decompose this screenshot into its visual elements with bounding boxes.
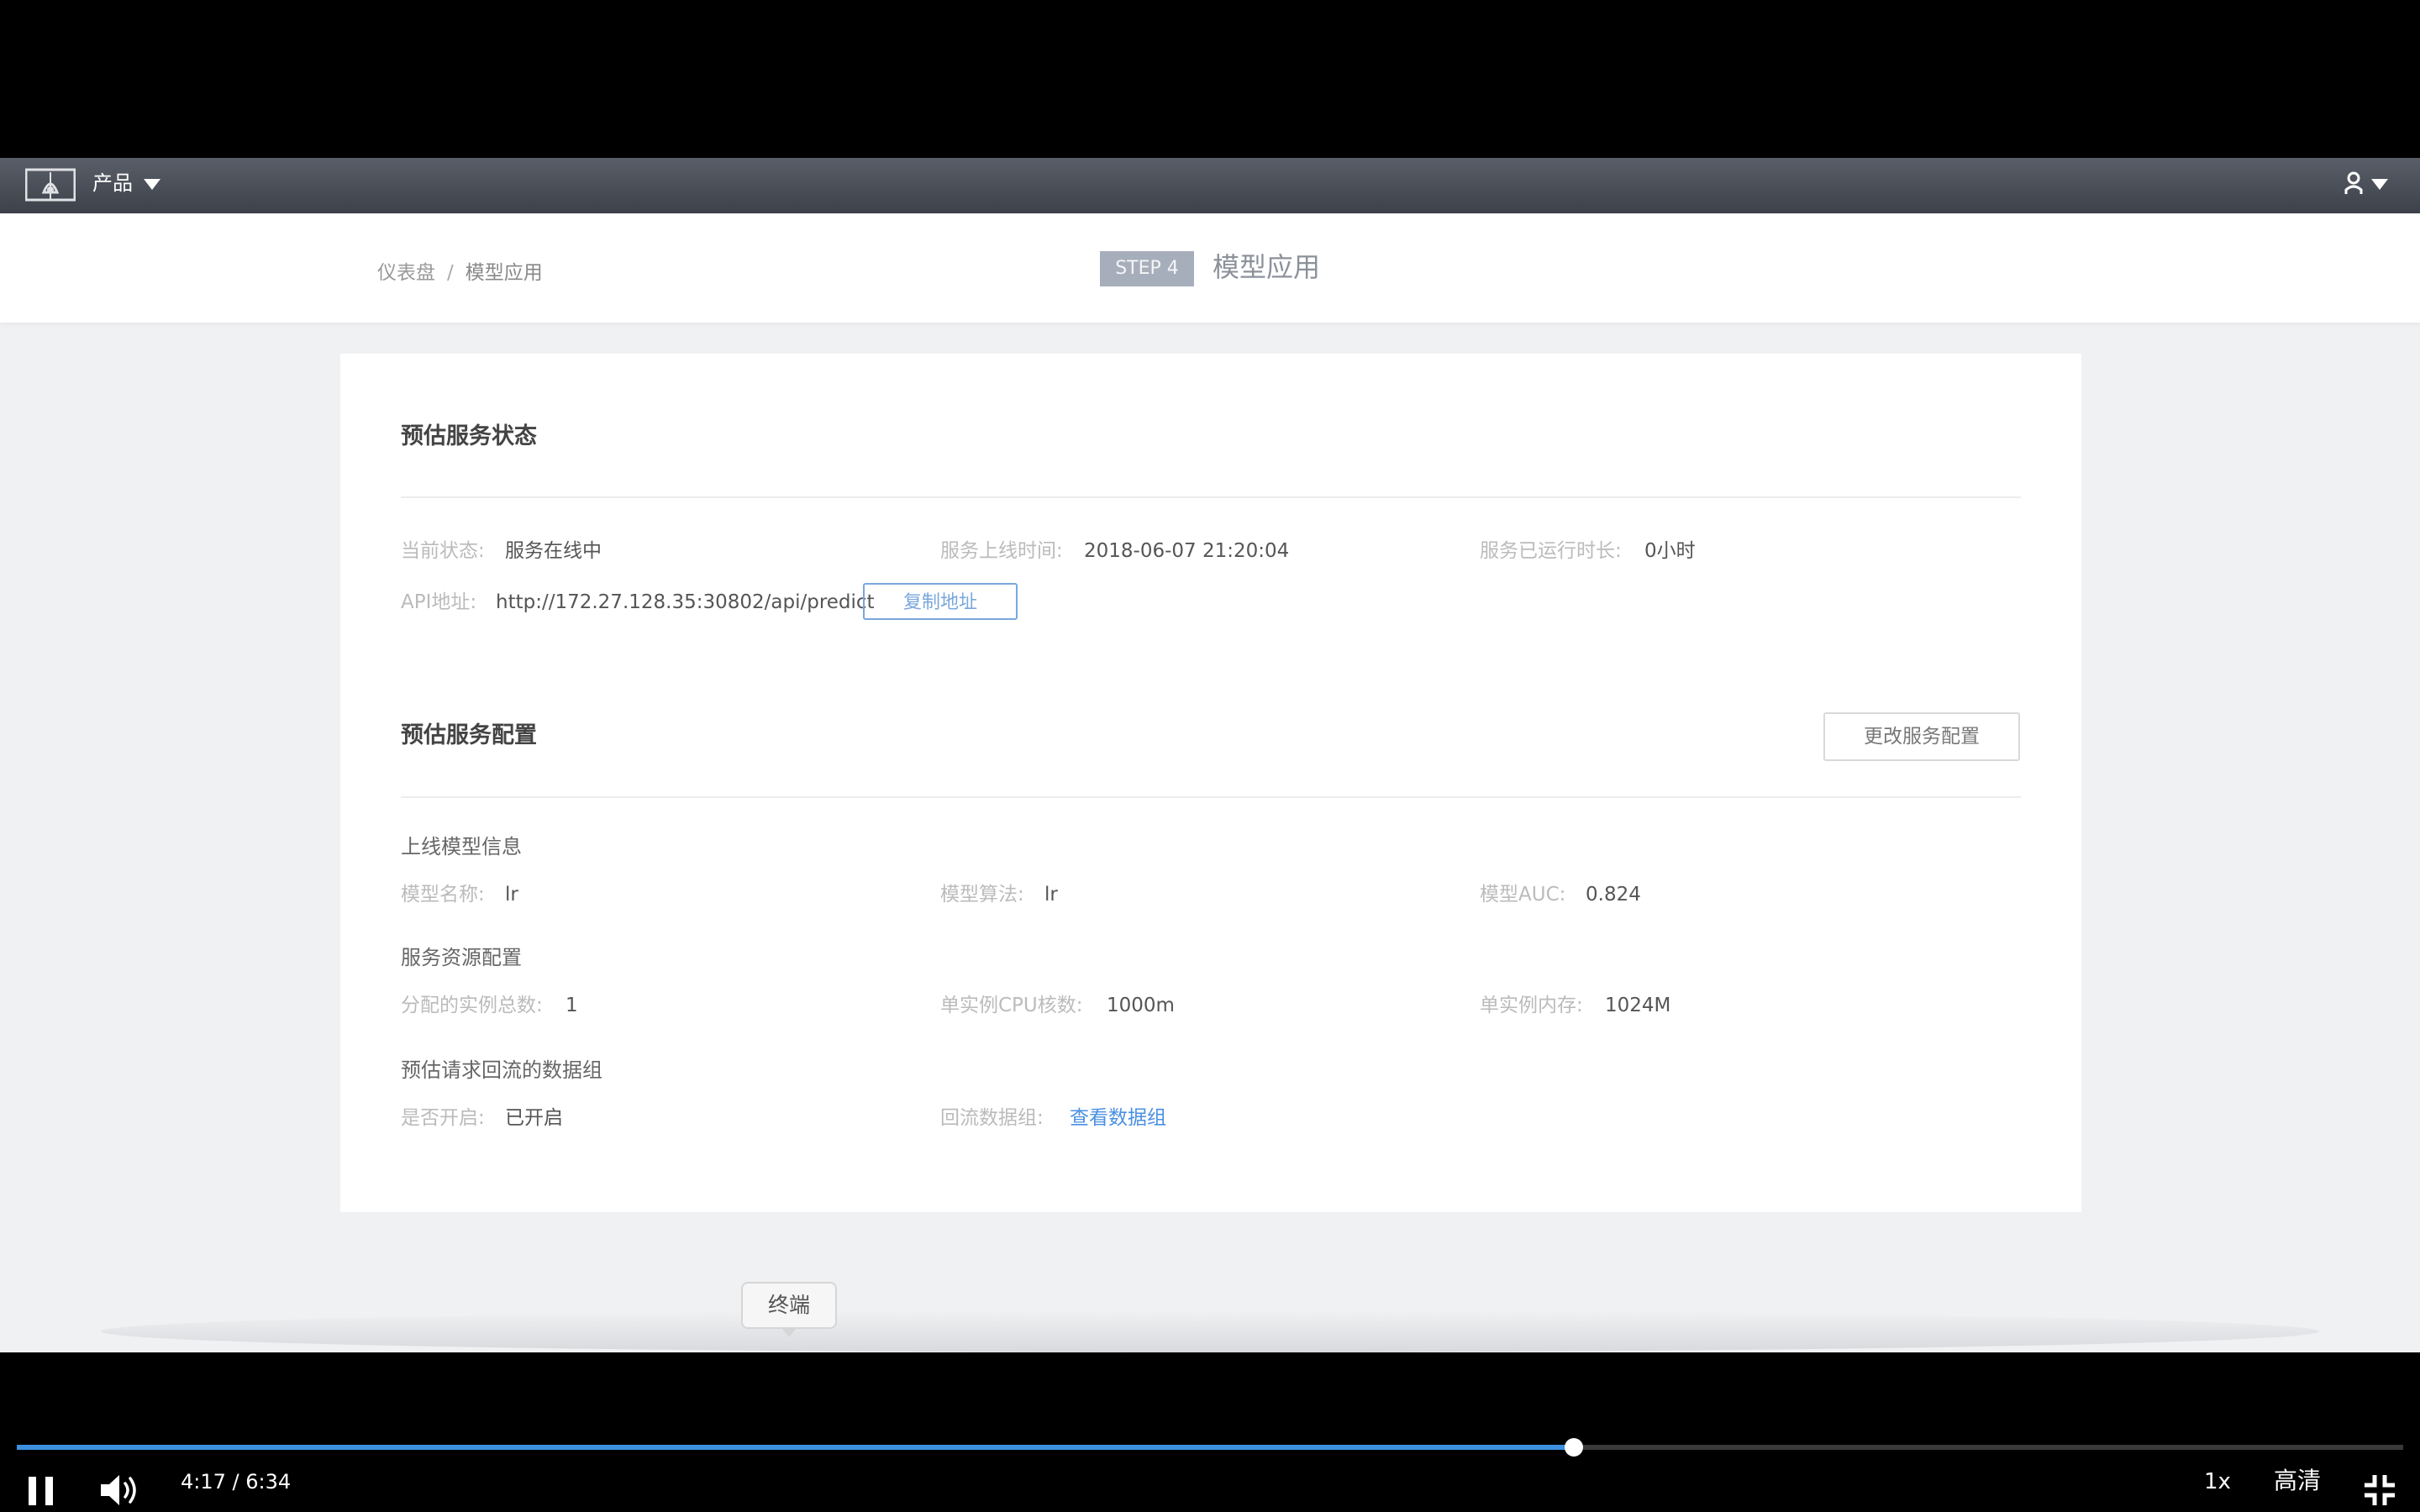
exit-fullscreen-icon [2365,1475,2395,1505]
config-section-title: 预估服务配置 [401,722,537,748]
online-time-value: 2018-06-07 21:20:04 [1084,540,1290,562]
step-badge: STEP 4 [1100,251,1194,286]
divider [401,796,2021,798]
playback-speed-button[interactable]: 1x [2204,1467,2231,1496]
pause-icon [29,1477,36,1505]
cpu-value: 1000m [1107,995,1175,1016]
status-section-title: 预估服务状态 [401,423,537,449]
resource-config-title: 服务资源配置 [401,946,522,969]
top-nav-bar [0,158,2420,213]
divider [401,496,2021,498]
memory-label: 单实例内存: [1480,995,1583,1016]
instances-value: 1 [566,995,578,1016]
user-icon[interactable] [2344,171,2364,195]
model-algo-label: 模型算法: [940,884,1024,906]
video-progress-fill [17,1445,1574,1450]
model-name-value: lr [505,884,518,906]
exit-fullscreen-button[interactable] [2363,1473,2396,1507]
enabled-label: 是否开启: [401,1107,485,1129]
current-status-value: 服务在线中 [505,540,602,562]
time-display: 4:17 / 6:34 [181,1468,291,1495]
current-time: 4:17 [181,1470,226,1494]
model-auc-label: 模型AUC: [1480,884,1566,906]
online-time-label: 服务上线时间: [940,540,1063,562]
terminal-tooltip: 终端 [741,1282,837,1329]
api-label: API地址: [401,591,477,613]
page-header [0,213,2420,323]
quality-button[interactable]: 高清 [2274,1466,2321,1496]
feedback-title: 预估请求回流的数据组 [401,1058,602,1082]
model-auc-value: 0.824 [1586,884,1641,906]
runtime-value: 0小时 [1644,540,1696,562]
runtime-label: 服务已运行时长: [1480,540,1622,562]
user-chevron-down-icon[interactable] [2371,179,2388,190]
total-time: 6:34 [245,1470,292,1494]
breadcrumb-separator: / [447,262,454,284]
enabled-value: 已开启 [505,1107,563,1129]
current-status-label: 当前状态: [401,540,485,562]
logo-icon[interactable] [24,167,76,202]
model-info-title: 上线模型信息 [401,835,522,858]
breadcrumb-root[interactable]: 仪表盘 [377,262,435,284]
memory-value: 1024M [1605,995,1671,1016]
view-data-group-link[interactable]: 查看数据组 [1070,1105,1166,1131]
instances-label: 分配的实例总数: [401,995,543,1016]
bottom-panel-shadow [101,1310,2319,1352]
model-algo-value: lr [1044,884,1058,906]
copy-address-button[interactable]: 复制地址 [863,583,1018,620]
breadcrumb-current: 模型应用 [465,262,543,284]
feedback-group-label: 回流数据组: [940,1107,1044,1129]
pause-icon-bar [45,1477,53,1505]
page-title: 模型应用 [1213,251,1321,283]
tooltip-arrow [781,1327,797,1337]
cpu-label: 单实例CPU核数: [940,995,1083,1016]
pause-button[interactable] [29,1477,55,1505]
video-progress-handle[interactable] [1565,1438,1583,1457]
change-config-button[interactable]: 更改服务配置 [1823,712,2020,761]
breadcrumb: 仪表盘 / 模型应用 [377,260,543,286]
volume-button[interactable] [99,1472,141,1509]
chevron-down-icon[interactable] [144,179,160,190]
product-menu-label[interactable]: 产品 [92,171,133,196]
model-name-label: 模型名称: [401,884,485,906]
time-separator: / [225,1470,246,1494]
volume-icon [101,1475,136,1505]
api-url-value: http://172.27.128.35:30802/api/predict [496,591,875,613]
